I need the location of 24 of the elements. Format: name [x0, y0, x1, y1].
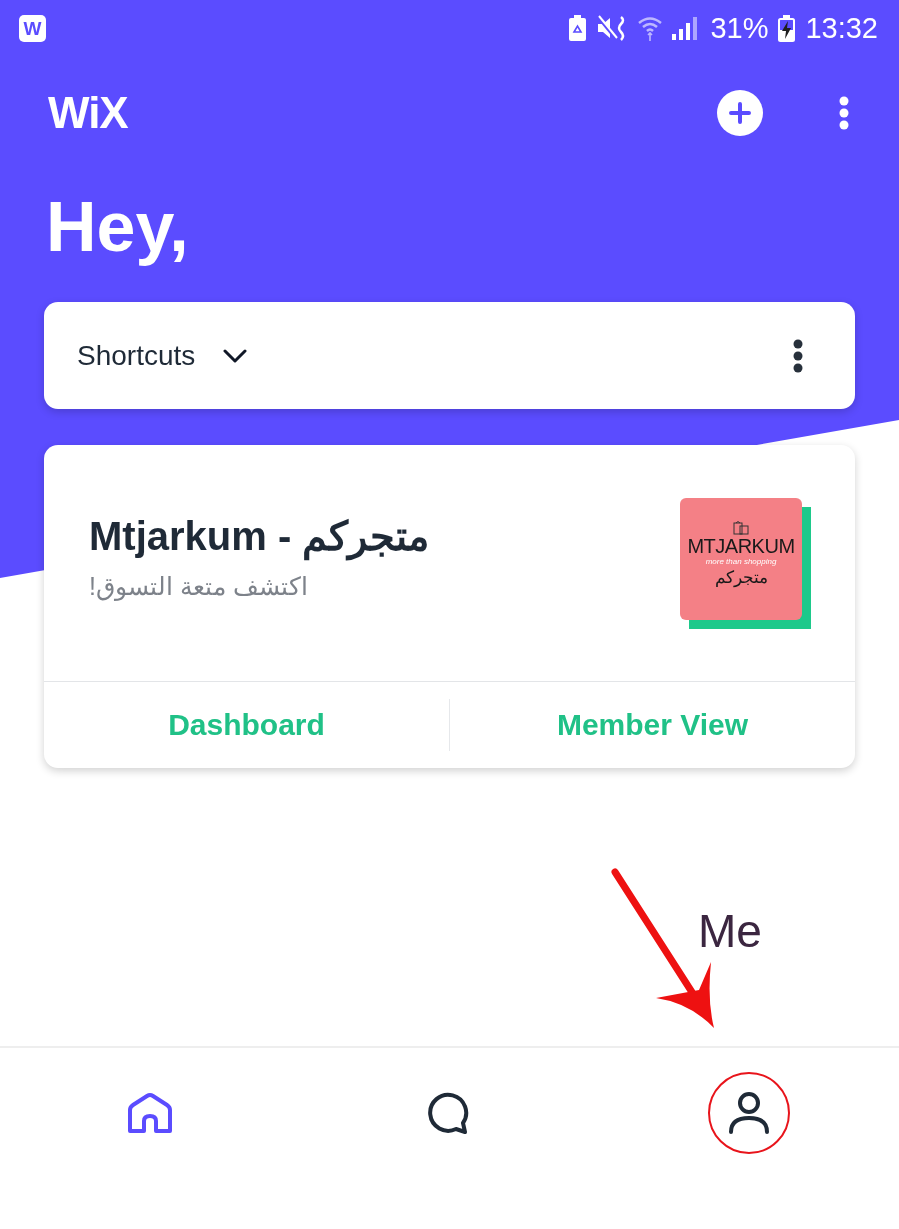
clock-time: 13:32 — [805, 13, 878, 43]
battery-charging-icon — [778, 14, 796, 42]
app-badge: W — [19, 14, 46, 42]
card-action-button[interactable]: Member View — [450, 682, 855, 768]
card-action-button[interactable]: Dashboard — [44, 682, 449, 768]
shortcuts-dropdown[interactable]: Shortcuts — [77, 341, 248, 370]
site-subtitle: اكتشف متعة التسوق! — [89, 571, 308, 603]
logo-tagline: more than shopping — [705, 556, 777, 566]
person-icon — [727, 1091, 772, 1135]
logo-wordmark: MTJARKUM — [687, 534, 795, 557]
wix-logo: WiX — [48, 91, 128, 135]
annotation-label: Me — [698, 908, 762, 954]
signal-icon — [672, 16, 699, 40]
wifi-icon — [638, 15, 663, 41]
greeting-heading: Hey, — [46, 187, 189, 267]
more-vertical-icon — [793, 338, 803, 373]
logo-arabic-wordmark: متجركم — [714, 566, 768, 589]
shopping-bags-icon — [733, 519, 749, 535]
battery-percent: 31% — [710, 13, 769, 43]
home-icon — [125, 1092, 174, 1134]
battery-saver-icon — [569, 15, 587, 41]
plus-icon — [729, 102, 751, 124]
site-title: Mtjarkum - متجركم — [89, 511, 430, 561]
more-vertical-icon — [839, 96, 849, 130]
